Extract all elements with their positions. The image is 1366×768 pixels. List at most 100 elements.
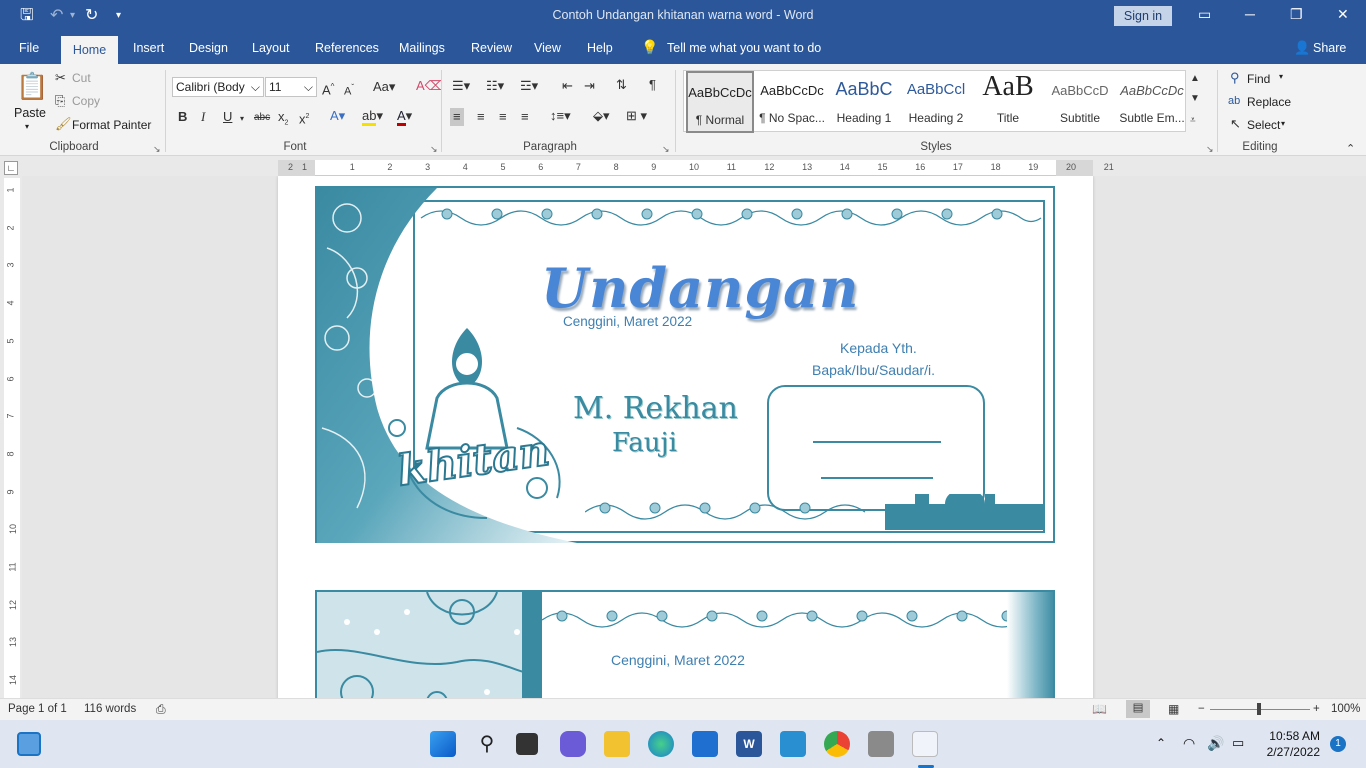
child-name-line-1[interactable]: M. Rekhan [573,391,738,426]
justify-icon[interactable]: ≡ [521,110,529,124]
zoom-out-icon[interactable]: − [1198,703,1205,715]
restore-button[interactable]: ❐ [1290,6,1303,23]
search-icon[interactable]: ⚲ [474,731,500,757]
start-icon[interactable] [430,731,456,757]
notification-badge[interactable]: 1 [1330,736,1346,752]
numbering-icon[interactable]: ☷▾ [486,79,504,93]
invitation-heading[interactable]: Undangan [541,256,859,320]
style-heading-2[interactable]: AaBbCcl Heading 2 [900,71,972,133]
recipient-salutation[interactable]: Bapak/Ibu/Saudar/i. [812,362,935,378]
replace-button[interactable]: Replace [1247,95,1291,109]
word-app-icon[interactable]: W [736,731,762,757]
wifi-icon[interactable]: ◠ [1183,735,1195,752]
zoom-in-icon[interactable]: + [1313,703,1320,715]
tab-help[interactable]: Help [587,41,613,55]
widgets-icon[interactable] [17,732,41,756]
clear-formatting-icon[interactable]: A⌫ [416,79,443,93]
recipient-heading[interactable]: Kepada Yth. [840,340,917,356]
increase-indent-icon[interactable]: ⇥ [584,79,595,93]
store-icon[interactable] [692,731,718,757]
shading-icon[interactable]: ⬙▾ [593,109,610,123]
line-spacing-icon[interactable]: ↕≡▾ [550,109,571,123]
ribbon-display-icon[interactable]: ▭ [1198,6,1211,23]
collapse-ribbon-icon[interactable]: ⌃ [1346,142,1355,156]
styles-more-icon[interactable]: ⩡ [1190,114,1196,128]
chevron-up-icon[interactable]: ⌃ [1156,736,1166,750]
change-case-icon[interactable]: Aa▾ [373,80,395,94]
document-page[interactable]: khitan Undangan Cenggini, Maret 2022 Kep… [278,176,1093,698]
underline-icon[interactable]: U [223,110,232,124]
notepad-icon[interactable] [780,731,806,757]
tab-insert[interactable]: Insert [133,41,164,55]
style-subtitle[interactable]: AaBbCcD Subtitle [1044,71,1116,133]
tab-selector[interactable]: ∟ [4,161,18,175]
chrome-icon[interactable] [824,731,850,757]
styles-launcher-icon[interactable]: ↘ [1206,144,1214,155]
paragraph-launcher-icon[interactable]: ↘ [662,144,670,155]
document-canvas[interactable]: khitan Undangan Cenggini, Maret 2022 Kep… [22,176,1366,698]
invitation-date[interactable]: Cenggini, Maret 2022 [563,314,692,329]
web-layout-icon[interactable]: ▦ [1168,702,1179,716]
tab-home[interactable]: Home [61,36,118,64]
file-explorer-icon[interactable] [604,731,630,757]
decrease-indent-icon[interactable]: ⇤ [562,79,573,93]
bullets-icon[interactable]: ☰▾ [452,79,470,93]
align-right-icon[interactable]: ≡ [499,110,507,124]
select-dropdown-icon[interactable]: ▾ [1281,119,1285,128]
font-family-select[interactable]: Calibri (Body ⌵ [172,77,264,97]
font-color-icon[interactable]: A▾ [397,108,412,126]
child-name-line-2[interactable]: Fauji [612,428,677,458]
tab-layout[interactable]: Layout [252,41,290,55]
zoom-level[interactable]: 100% [1331,703,1360,715]
vertical-ruler[interactable]: 1 2 3 4 5 6 7 8 9 10 11 12 13 14 [4,178,20,698]
show-formatting-icon[interactable]: ¶ [649,78,656,92]
grow-font-icon[interactable]: A^ [322,80,334,97]
find-button[interactable]: Find [1247,72,1270,86]
sign-in-button[interactable]: Sign in [1114,6,1172,26]
share-button[interactable]: Share [1313,41,1346,55]
tab-mailings[interactable]: Mailings [399,41,445,55]
edge-icon[interactable] [648,731,674,757]
printer-app-icon[interactable] [868,731,894,757]
copy-button[interactable]: Copy [72,94,100,108]
find-dropdown-icon[interactable]: ▾ [1279,72,1283,81]
tab-references[interactable]: References [315,41,379,55]
paste-button[interactable]: Paste [14,106,46,120]
clipboard-launcher-icon[interactable]: ↘ [153,144,161,155]
format-painter-button[interactable]: Format Painter [72,118,151,132]
sort-icon[interactable]: ⇅ [616,78,627,92]
read-mode-icon[interactable]: 📖 [1092,702,1107,716]
task-view-icon[interactable] [516,733,538,755]
highlight-icon[interactable]: ab▾ [362,108,383,126]
paste-icon[interactable]: 📋 [16,72,48,100]
select-button[interactable]: Select [1247,118,1280,132]
clock-date[interactable]: 2/27/2022 [1258,745,1320,759]
tab-design[interactable]: Design [189,41,228,55]
align-left-icon[interactable]: ≡ [450,108,464,126]
volume-icon[interactable]: 🔊 [1207,735,1224,752]
underline-dropdown-icon[interactable]: ▾ [240,112,244,126]
close-button[interactable]: ✕ [1337,6,1349,23]
word-count[interactable]: 116 words [84,703,136,715]
style-title[interactable]: AaB Title [972,71,1044,133]
style-normal[interactable]: AaBbCcDc ¶ Normal [686,71,754,133]
horizontal-ruler[interactable]: 1 2 1 2 3 4 5 6 7 8 9 10 11 12 13 14 15 16 17 18 19 20 21 [278,160,1114,176]
tell-me-search[interactable]: Tell me what you want to do [667,41,821,55]
borders-icon[interactable]: ⊞ ▾ [626,109,647,123]
proofing-icon[interactable]: ⎙ [156,702,166,717]
tab-review[interactable]: Review [471,41,512,55]
invitation-date[interactable]: Cenggini, Maret 2022 [611,652,745,668]
snipping-tool-icon[interactable] [912,731,938,757]
cut-button[interactable]: Cut [72,71,91,85]
tab-file[interactable]: File [19,41,39,55]
font-size-select[interactable]: 11 ⌵ [265,77,317,97]
zoom-slider-thumb[interactable] [1257,703,1261,715]
minimize-button[interactable]: ─ [1245,6,1255,22]
multilevel-list-icon[interactable]: ☲▾ [520,79,538,93]
subscript-icon[interactable]: x2 [278,110,288,131]
tab-view[interactable]: View [534,41,561,55]
style-no-spacing[interactable]: AaBbCcDc ¶ No Spac... [756,71,828,133]
page-count[interactable]: Page 1 of 1 [8,703,67,715]
font-launcher-icon[interactable]: ↘ [430,144,438,155]
style-subtle-emphasis[interactable]: AaBbCcDc Subtle Em... [1116,71,1188,133]
